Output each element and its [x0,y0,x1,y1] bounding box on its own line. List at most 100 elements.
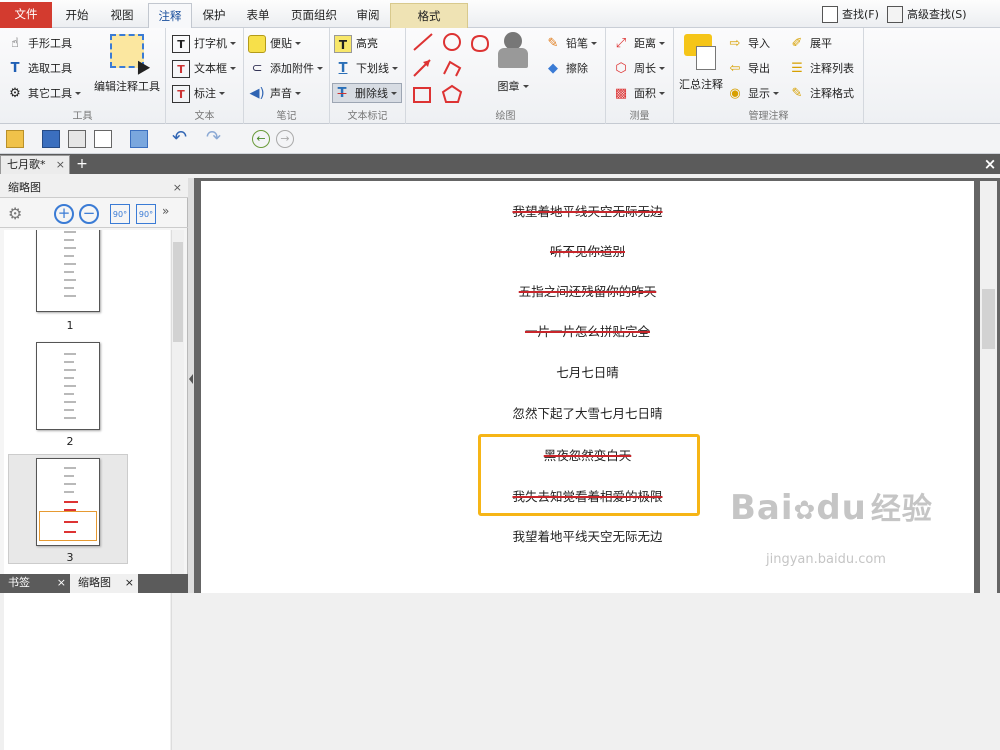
arrow-icon[interactable] [413,59,431,77]
print-icon[interactable] [68,130,86,148]
document-scroll-thumb[interactable] [982,289,995,349]
rotate-right-icon[interactable]: 90° [136,204,156,224]
tab-view[interactable]: 视图 [100,3,144,28]
close-bookmarks-icon[interactable]: × [57,574,66,592]
find-button[interactable]: 查找(F) [822,5,879,25]
show-button[interactable]: ◉ 显示 [726,84,779,104]
callout-button[interactable]: T 标注 [172,84,225,104]
tab-review[interactable]: 审阅 [348,3,388,28]
edit-annotation-tool-button[interactable]: 编辑注释工具 [92,34,162,94]
bookmarks-label: 书签 [8,576,30,589]
comment-format-button[interactable]: ✎ 注释格式 [788,84,854,104]
lyric-line[interactable]: 七月七日晴 [201,362,974,381]
polyline-icon[interactable] [443,60,462,77]
summarize-comments-button[interactable]: 汇总注释 [676,32,726,92]
group-tools-label: 工具 [72,111,93,122]
zoom-in-icon[interactable]: + [54,204,74,224]
tab-comment[interactable]: 注释 [148,3,192,28]
tab-form[interactable]: 表单 [238,3,278,28]
close-tab-icon[interactable]: × [56,156,65,173]
edit-annotation-label: 编辑注释工具 [94,80,160,93]
panel-close-icon[interactable]: × [173,178,182,198]
strikeout-button[interactable]: T 删除线 [332,83,402,103]
export-button[interactable]: ⇦ 导出 [726,59,770,79]
circle-icon[interactable] [443,33,461,51]
thumbnail-list: 1 2 3 [4,230,170,750]
thumbnail-page-1[interactable] [36,230,100,312]
comment-list-button[interactable]: ☰ 注释列表 [788,59,854,79]
advanced-find-label: 高级查找(S) [907,8,967,21]
underline-button[interactable]: T 下划线 [334,59,398,79]
tab-home[interactable]: 开始 [56,3,98,28]
options-gear-icon[interactable]: ⚙ [8,204,28,224]
open-folder-icon[interactable] [6,130,24,148]
flatten-button[interactable]: ✐ 展平 [788,34,832,54]
tab-bookmarks[interactable]: 书签 × [0,574,70,593]
distance-icon: ⤢ [615,36,627,51]
stamp-button[interactable]: 图章 [488,32,538,94]
area-label: 面积 [634,87,656,100]
close-document-icon[interactable]: × [982,154,998,174]
lyric-line[interactable]: 我望着地平线天空无际无边 [201,526,974,545]
line-icon[interactable] [413,33,433,51]
collapse-arrow-icon[interactable] [189,374,193,384]
document-tab[interactable]: 七月歌* × [0,155,70,174]
zoom-out-icon[interactable]: − [79,204,99,224]
polygon-icon[interactable] [441,84,463,103]
forward-icon[interactable]: → [276,130,294,148]
lyric-text: 五指之间还残留你的昨天 [518,284,657,299]
tab-format[interactable]: 格式 [390,3,468,28]
eraser-button[interactable]: ◆ 擦除 [544,59,588,79]
import-button[interactable]: ⇨ 导入 [726,34,770,54]
rotate-left-icon[interactable]: 90° [110,204,130,224]
document-scrollbar[interactable] [980,181,997,593]
area-button[interactable]: ▩ 面积 [612,84,665,104]
thumbnail-page-2[interactable] [36,342,100,430]
other-tools-button[interactable]: ⚙ 其它工具 [6,84,81,104]
attach-file-button[interactable]: ⊂ 添加附件 [248,59,323,79]
sound-button[interactable]: ◀) 声音 [248,84,301,104]
highlight-label: 高亮 [356,37,378,50]
thumbnail-page-3[interactable] [36,458,100,546]
cloud-icon[interactable] [470,34,490,53]
textbox-icon: T [172,60,190,78]
panel-bottom-tabs: 书签 × 缩略图 × [0,574,188,593]
pencil-button[interactable]: ✎ 铅笔 [544,34,597,54]
hand-tool-button[interactable]: ☝ 手形工具 [6,34,72,54]
redo-icon[interactable]: ↷ [206,129,224,148]
scanner-icon[interactable] [130,130,148,148]
perimeter-button[interactable]: ⬡ 周长 [612,59,665,79]
sticky-note-icon [248,35,266,53]
import-icon: ⇨ [729,36,741,51]
undo-icon[interactable]: ↶ [172,129,190,148]
tab-protect[interactable]: 保护 [194,3,234,28]
back-icon[interactable]: ← [252,130,270,148]
close-thumbnails-icon[interactable]: × [125,574,134,592]
typewriter-icon: T [172,35,190,53]
highlight-button[interactable]: T 高亮 [334,34,378,54]
tab-thumbnails[interactable]: 缩略图 × [70,574,138,593]
sticky-note-button[interactable]: 便贴 [248,34,301,54]
lyric-line[interactable]: 听不见你道别 [201,241,974,260]
panel-scrollbar[interactable] [171,230,184,750]
lyric-line[interactable]: 五指之间还残留你的昨天 [201,281,974,300]
tab-organize[interactable]: 页面组织 [282,3,346,28]
paperclip-icon: ⊂ [251,61,263,76]
document-page[interactable]: 我望着地平线天空无际无边 听不见你道别 五指之间还残留你的昨天 一片一片怎么拼贴… [201,181,974,593]
new-tab-icon[interactable]: + [74,155,90,173]
lyric-text: 忽然下起了大雪七月七日晴 [512,406,663,421]
select-tool-button[interactable]: T 选取工具 [6,59,72,79]
typewriter-button[interactable]: T 打字机 [172,34,236,54]
more-chevron-icon[interactable]: » [162,204,176,224]
distance-button[interactable]: ⤢ 距离 [612,34,665,54]
email-icon[interactable] [94,130,112,148]
lyric-line[interactable]: 一片一片怎么拼贴完全 [201,321,974,340]
lyric-line[interactable]: 忽然下起了大雪七月七日晴 [201,403,974,422]
lyric-line[interactable]: 我望着地平线天空无际无边 [201,201,974,220]
rectangle-icon[interactable] [413,87,431,103]
advanced-find-button[interactable]: 高级查找(S) [887,5,967,25]
tab-file[interactable]: 文件 [0,2,52,28]
save-icon[interactable] [42,130,60,148]
textbox-button[interactable]: T 文本框 [172,59,236,79]
panel-scroll-thumb[interactable] [173,242,183,342]
